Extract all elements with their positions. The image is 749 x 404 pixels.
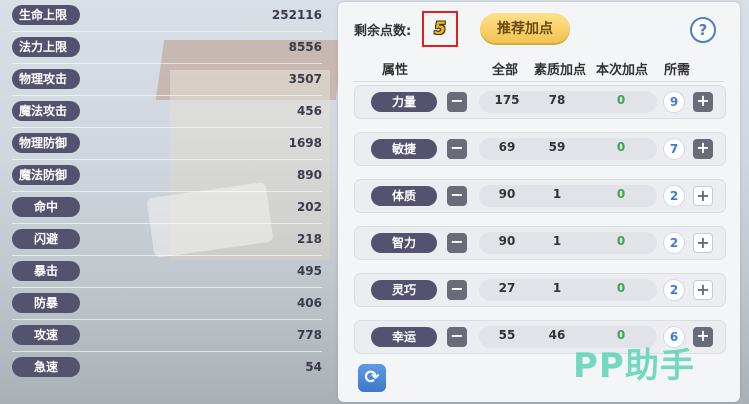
stat-value: 218 xyxy=(296,232,322,246)
stat-row: 命中 202 xyxy=(0,192,330,224)
attribute-name: 敏捷 xyxy=(371,139,437,159)
stat-row: 物理防御 1698 xyxy=(0,128,330,160)
increase-button[interactable]: + xyxy=(693,186,713,206)
stat-label: 急速 xyxy=(12,357,80,377)
attribute-name: 灵巧 xyxy=(371,280,437,300)
attribute-add: 0 xyxy=(616,234,626,248)
stat-value: 252116 xyxy=(271,8,322,22)
refresh-icon[interactable]: ⟳ xyxy=(358,364,386,392)
attribute-name: 幸运 xyxy=(371,327,437,347)
header-add: 本次加点 xyxy=(596,63,649,78)
increase-button[interactable]: + xyxy=(693,280,713,300)
attribute-base: 1 xyxy=(552,281,562,295)
attribute-cost: 9 xyxy=(663,91,685,113)
decrease-button[interactable]: − xyxy=(447,186,467,206)
attribute-base: 59 xyxy=(548,140,566,154)
stat-label: 魔法防御 xyxy=(12,165,80,185)
attribute-base: 46 xyxy=(548,328,566,342)
decrease-button[interactable]: − xyxy=(447,92,467,112)
stat-label: 法力上限 xyxy=(12,37,80,57)
recommend-points-button[interactable]: 推荐加点 xyxy=(480,13,570,45)
attribute-row: 敏捷 − 69 59 0 7 + xyxy=(354,132,726,166)
attribute-base: 1 xyxy=(552,234,562,248)
divider xyxy=(354,81,724,82)
stat-value: 3507 xyxy=(288,72,322,86)
increase-button[interactable]: + xyxy=(693,327,713,347)
attribute-add: 0 xyxy=(616,140,626,154)
attribute-total: 55 xyxy=(498,328,516,342)
attribute-total: 69 xyxy=(498,140,516,154)
stat-row: 魔法攻击 456 xyxy=(0,96,330,128)
increase-button[interactable]: + xyxy=(693,92,713,112)
attribute-cost: 2 xyxy=(663,232,685,254)
decrease-button[interactable]: − xyxy=(447,327,467,347)
attribute-add: 0 xyxy=(616,281,626,295)
stat-value: 406 xyxy=(296,296,322,310)
attribute-cost: 7 xyxy=(663,138,685,160)
decrease-button[interactable]: − xyxy=(447,280,467,300)
stat-row: 暴击 495 xyxy=(0,256,330,288)
attribute-base: 78 xyxy=(548,93,566,107)
stat-row: 法力上限 8556 xyxy=(0,32,330,64)
attribute-row: 灵巧 − 27 1 0 2 + xyxy=(354,273,726,307)
stat-label: 闪避 xyxy=(12,229,80,249)
attribute-total: 90 xyxy=(498,187,516,201)
stat-label: 暴击 xyxy=(12,261,80,281)
header-total: 全部 xyxy=(492,63,519,78)
stat-row: 物理攻击 3507 xyxy=(0,64,330,96)
stat-label: 物理攻击 xyxy=(12,69,80,89)
attribute-total: 90 xyxy=(498,234,516,248)
stat-label: 命中 xyxy=(12,197,80,217)
attribute-name: 智力 xyxy=(371,233,437,253)
stat-row: 魔法防御 890 xyxy=(0,160,330,192)
attribute-total: 175 xyxy=(494,93,520,107)
stat-row: 防暴 406 xyxy=(0,288,330,320)
header-cost: 所需 xyxy=(664,63,691,78)
header-attribute: 属性 xyxy=(382,63,409,78)
stat-label: 物理防御 xyxy=(12,133,80,153)
attribute-row: 体质 − 90 1 0 2 + xyxy=(354,179,726,213)
decrease-button[interactable]: − xyxy=(447,233,467,253)
attribute-row: 智力 − 90 1 0 2 + xyxy=(354,226,726,260)
watermark: PP助手 xyxy=(573,346,695,386)
attribute-name: 力量 xyxy=(371,92,437,112)
stat-value: 495 xyxy=(296,264,322,278)
decrease-button[interactable]: − xyxy=(447,139,467,159)
stat-row: 急速 54 xyxy=(0,352,330,384)
attribute-cost: 2 xyxy=(663,279,685,301)
attribute-row: 力量 − 175 78 0 9 + xyxy=(354,85,726,119)
stat-value: 890 xyxy=(296,168,322,182)
stat-value: 54 xyxy=(305,360,322,374)
increase-button[interactable]: + xyxy=(693,233,713,253)
stat-value: 778 xyxy=(296,328,322,342)
attribute-name: 体质 xyxy=(371,186,437,206)
remaining-points-value: 5 xyxy=(434,19,446,39)
stat-value: 456 xyxy=(296,104,322,118)
stat-label: 魔法攻击 xyxy=(12,101,80,121)
stat-value: 202 xyxy=(296,200,322,214)
attribute-cost: 2 xyxy=(663,185,685,207)
attribute-total: 27 xyxy=(498,281,516,295)
attribute-add: 0 xyxy=(616,187,626,201)
stat-value: 1698 xyxy=(288,136,322,150)
remaining-points-highlight: 5 xyxy=(422,11,458,47)
increase-button[interactable]: + xyxy=(693,139,713,159)
help-icon[interactable]: ? xyxy=(690,17,716,43)
stat-row: 攻速 778 xyxy=(0,320,330,352)
header-base: 素质加点 xyxy=(534,63,587,78)
stat-label: 生命上限 xyxy=(12,5,80,25)
stat-row: 闪避 218 xyxy=(0,224,330,256)
stat-value: 8556 xyxy=(288,40,322,54)
attribute-base: 1 xyxy=(552,187,562,201)
stat-label: 攻速 xyxy=(12,325,80,345)
stat-row: 生命上限 252116 xyxy=(0,0,330,32)
attribute-add: 0 xyxy=(616,93,626,107)
remaining-points-label: 剩余点数: xyxy=(354,24,412,39)
stat-label: 防暴 xyxy=(12,293,80,313)
